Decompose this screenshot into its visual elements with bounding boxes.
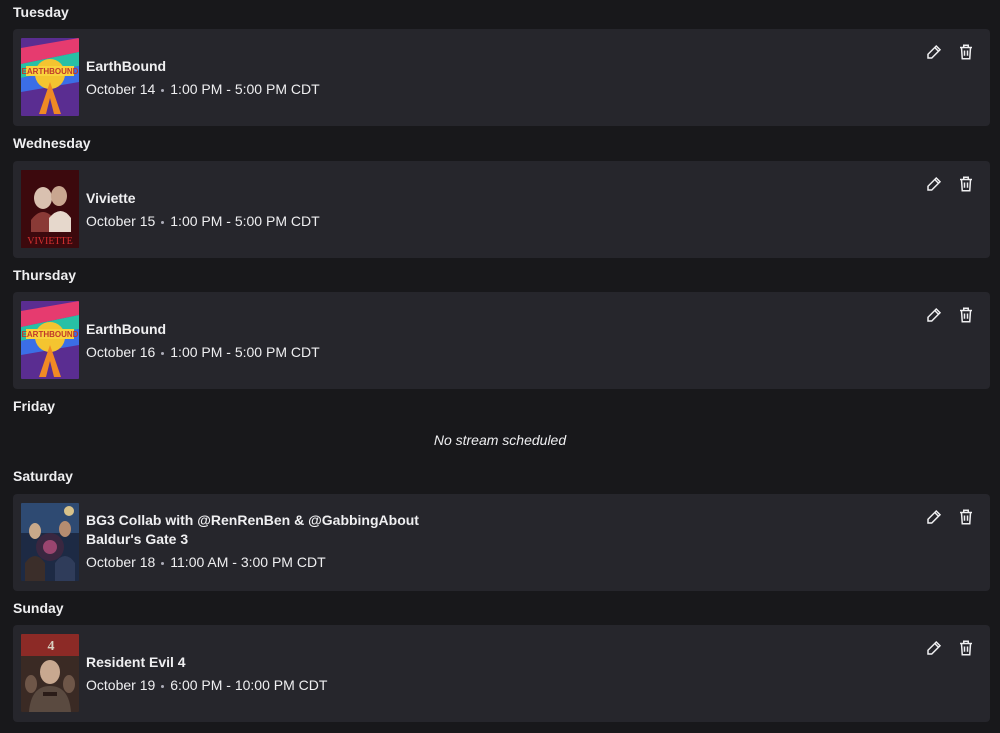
schedule-card-wednesday: VIVIETTE Viviette October 15 1:00 PM - 5:… xyxy=(13,161,990,258)
day-label-sunday: Sunday xyxy=(13,600,64,616)
separator-dot xyxy=(161,561,165,565)
earthbound-cover: EARTHBOUND xyxy=(21,301,79,379)
delete-button[interactable] xyxy=(956,638,976,658)
stream-time: October 14 1:00 PM - 5:00 PM CDT xyxy=(86,80,320,99)
delete-button[interactable] xyxy=(956,305,976,325)
edit-button[interactable] xyxy=(924,507,944,527)
stream-hours: 1:00 PM - 5:00 PM CDT xyxy=(170,213,320,229)
stream-title: Resident Evil 4 xyxy=(86,654,186,670)
schedule-card-thursday: EARTHBOUND EarthBound October 16 1:00 PM … xyxy=(13,292,990,389)
svg-text:EARTHBOUND: EARTHBOUND xyxy=(22,67,79,76)
separator-dot xyxy=(161,684,165,688)
stream-hours: 6:00 PM - 10:00 PM CDT xyxy=(170,677,328,693)
stream-time: October 19 6:00 PM - 10:00 PM CDT xyxy=(86,676,327,695)
day-label-saturday: Saturday xyxy=(13,468,73,484)
day-label-wednesday: Wednesday xyxy=(13,135,91,151)
trash-icon xyxy=(960,509,972,525)
stream-date: October 16 xyxy=(86,344,156,360)
stream-title: Viviette xyxy=(86,190,136,206)
stream-title: EarthBound xyxy=(86,58,167,74)
svg-text:4: 4 xyxy=(48,639,55,654)
viviette-cover: VIVIETTE xyxy=(21,170,79,248)
baldurs-gate-3-cover xyxy=(21,503,79,581)
schedule-card-saturday: BG3 Collab with @RenRenBen & @GabbingAbo… xyxy=(13,494,990,591)
separator-dot xyxy=(161,220,165,224)
schedule-card-tuesday: EARTHBOUND EarthBound October 14 1:00 PM … xyxy=(13,29,990,126)
stream-title: EarthBound xyxy=(86,321,167,337)
stream-date: October 15 xyxy=(86,213,156,229)
stream-hours: 11:00 AM - 3:00 PM CDT xyxy=(170,554,326,570)
edit-button[interactable] xyxy=(924,174,944,194)
stream-date: October 19 xyxy=(86,677,156,693)
delete-button[interactable] xyxy=(956,507,976,527)
stream-hours: 1:00 PM - 5:00 PM CDT xyxy=(170,81,320,97)
earthbound-cover: EARTHBOUND xyxy=(21,38,79,116)
svg-text:VIVIETTE: VIVIETTE xyxy=(27,236,73,247)
svg-text:EARTHBOUND: EARTHBOUND xyxy=(22,330,79,339)
delete-button[interactable] xyxy=(956,174,976,194)
pencil-icon xyxy=(927,307,942,322)
resident-evil-4-cover: 4 xyxy=(21,634,79,712)
stream-time: October 16 1:00 PM - 5:00 PM CDT xyxy=(86,343,320,362)
schedule-card-sunday: 4 Resident Evil 4 October 19 6:00 PM - 10… xyxy=(13,625,990,722)
stream-hours: 1:00 PM - 5:00 PM CDT xyxy=(170,344,320,360)
trash-icon xyxy=(960,176,972,192)
trash-icon xyxy=(960,307,972,323)
day-label-friday: Friday xyxy=(13,398,56,414)
edit-button[interactable] xyxy=(924,305,944,325)
trash-icon xyxy=(960,44,972,60)
stream-date: October 18 xyxy=(86,554,156,570)
pencil-icon xyxy=(927,176,942,191)
day-label-thursday: Thursday xyxy=(13,267,77,283)
edit-button[interactable] xyxy=(924,42,944,62)
pencil-icon xyxy=(927,640,942,655)
pencil-icon xyxy=(927,44,942,59)
stream-time: October 18 11:00 AM - 3:00 PM CDT xyxy=(86,553,419,572)
stream-date: October 14 xyxy=(86,81,156,97)
separator-dot xyxy=(161,88,165,92)
pencil-icon xyxy=(927,509,942,524)
day-label-tuesday: Tuesday xyxy=(13,4,69,20)
stream-category: Baldur's Gate 3 xyxy=(86,531,189,547)
trash-icon xyxy=(960,640,972,656)
stream-time: October 15 1:00 PM - 5:00 PM CDT xyxy=(86,212,320,231)
edit-button[interactable] xyxy=(924,638,944,658)
no-stream-message: No stream scheduled xyxy=(433,432,567,448)
delete-button[interactable] xyxy=(956,42,976,62)
separator-dot xyxy=(161,351,165,355)
stream-title: BG3 Collab with @RenRenBen & @GabbingAbo… xyxy=(86,512,419,528)
